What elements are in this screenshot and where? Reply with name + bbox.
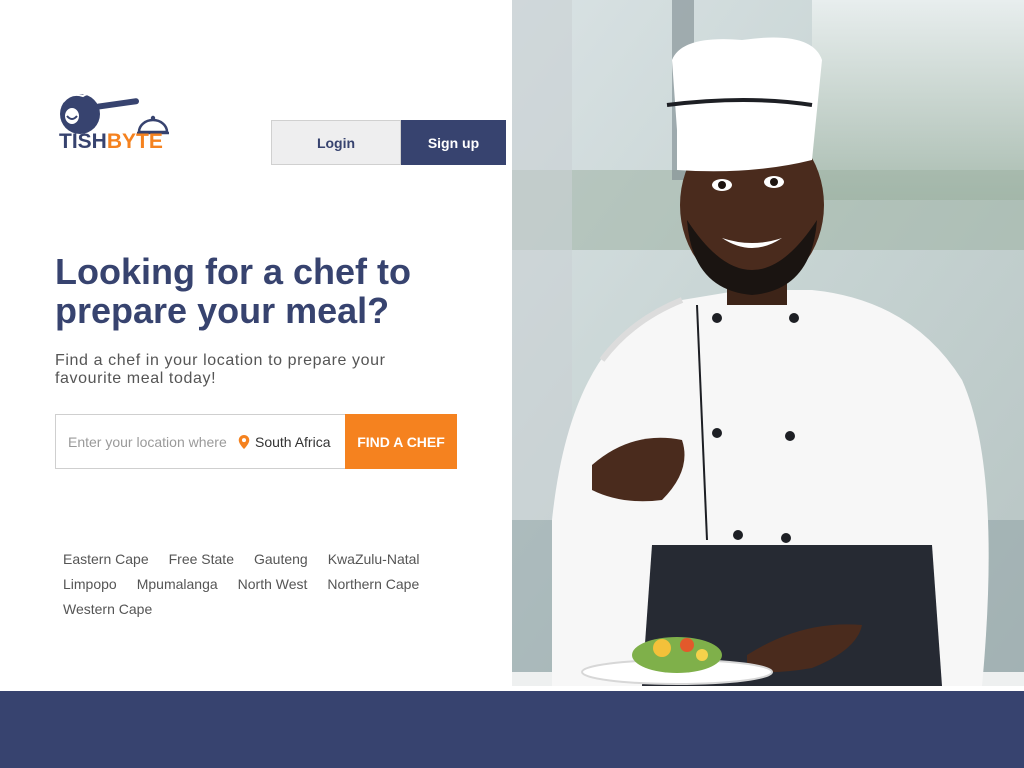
province-link[interactable]: Eastern Cape	[63, 550, 149, 569]
find-chef-button[interactable]: FIND A CHEF	[345, 414, 457, 469]
brand-wordmark: TISHBYTE	[59, 130, 163, 153]
country-selector[interactable]: South Africa	[238, 434, 331, 450]
province-link[interactable]: Gauteng	[254, 550, 308, 569]
province-link[interactable]: Mpumalanga	[137, 575, 218, 594]
country-label: South Africa	[255, 433, 331, 450]
province-link[interactable]: Western Cape	[63, 600, 152, 619]
hero-subline: Find a chef in your location to prepare …	[55, 352, 386, 387]
chef-search: South Africa FIND A CHEF	[55, 414, 457, 469]
brand-logo[interactable]: TISHBYTE	[55, 92, 171, 154]
footer-band	[0, 691, 1024, 768]
hero-chef-image	[512, 0, 1024, 686]
location-input[interactable]	[68, 433, 228, 450]
province-link[interactable]: North West	[238, 575, 308, 594]
auth-buttons: Login Sign up	[271, 120, 506, 165]
province-link[interactable]: KwaZulu-Natal	[328, 550, 420, 569]
search-box: South Africa	[55, 414, 345, 469]
hero-headline: Looking for a chef to prepare your meal?	[55, 251, 411, 331]
province-link[interactable]: Northern Cape	[327, 575, 419, 594]
location-pin-icon	[238, 434, 250, 449]
signup-button[interactable]: Sign up	[401, 120, 506, 165]
login-button[interactable]: Login	[271, 120, 401, 165]
province-link[interactable]: Limpopo	[63, 575, 117, 594]
province-link[interactable]: Free State	[169, 550, 234, 569]
province-links: Eastern Cape Free State Gauteng KwaZulu-…	[63, 550, 453, 619]
